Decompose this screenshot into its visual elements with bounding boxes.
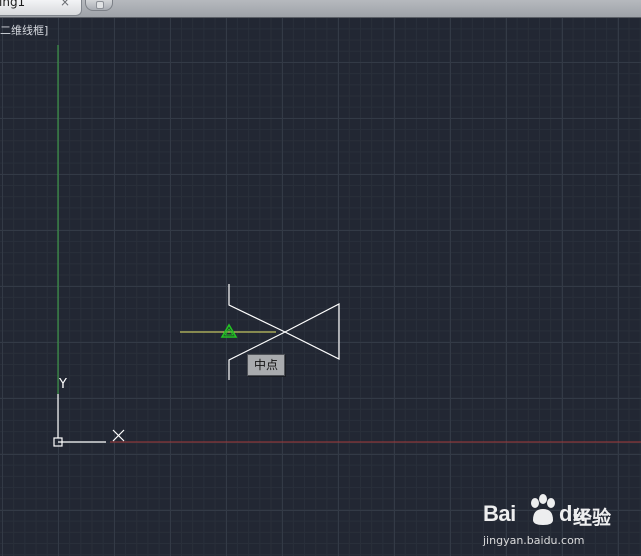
valve-left-bracket-top	[228, 284, 286, 333]
baidu-jingyan-watermark: Bai du 经验 jingyan.baidu.com	[483, 494, 633, 554]
document-tab-bar: ing1 ×	[0, 0, 641, 18]
watermark-product: 经验	[573, 507, 612, 529]
tab-drawing-label: ing1	[0, 0, 26, 9]
drawing-svg: Y	[53, 45, 641, 447]
ucs-y-label: Y	[58, 377, 67, 392]
tab-drawing[interactable]: ing1 ×	[0, 0, 82, 16]
midpoint-triangle-icon	[220, 323, 238, 338]
paw-logo-icon	[531, 494, 555, 525]
ucs-icon	[53, 394, 125, 447]
object-snap-tooltip: 中点	[247, 354, 285, 376]
watermark-url: jingyan.baidu.com	[483, 534, 585, 547]
valve-right-triangle	[283, 303, 340, 360]
new-tab-button[interactable]	[85, 0, 113, 11]
drawing-canvas[interactable]: 二维线框] Y 中点	[0, 18, 641, 556]
tab-close-icon[interactable]: ×	[60, 0, 70, 9]
watermark-brand-left: Bai	[483, 501, 516, 526]
